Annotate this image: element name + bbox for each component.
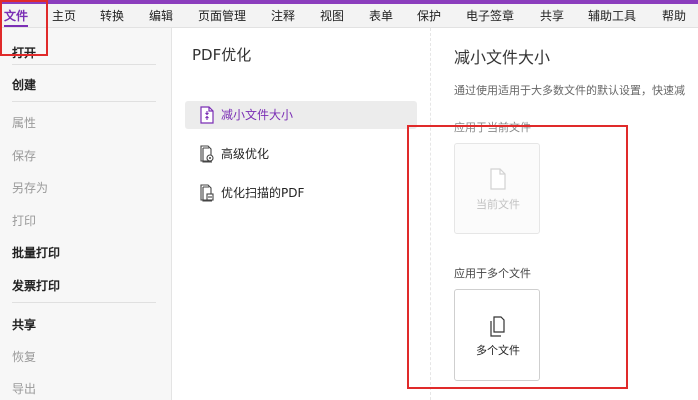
menu-bar: 文件 主页 转换 编辑 页面管理 注释 视图 表单 保护 电子签章 共享 辅助工… [0, 4, 698, 28]
option-reduce-file-size[interactable]: 减小文件大小 [185, 101, 417, 129]
sidebar-divider [12, 64, 156, 65]
menu-share[interactable]: 共享 [540, 4, 564, 28]
sidebar-item-export[interactable]: 导出 [12, 380, 36, 397]
menu-accessibility-tools[interactable]: 辅助工具 [588, 4, 636, 28]
compress-file-icon [197, 105, 217, 125]
sidebar-item-invoice-print[interactable]: 发票打印 [12, 277, 60, 294]
sidebar-item-batch-print[interactable]: 批量打印 [12, 244, 60, 261]
sidebar-item-share[interactable]: 共享 [12, 316, 36, 333]
option-label: 减小文件大小 [221, 108, 294, 122]
sidebar-item-properties[interactable]: 属性 [12, 114, 36, 131]
sidebar-divider [12, 302, 156, 303]
menu-help[interactable]: 帮助 [662, 4, 686, 28]
menu-view[interactable]: 视图 [320, 4, 344, 28]
advanced-optimize-icon [197, 144, 217, 164]
option-label: 优化扫描的PDF [221, 186, 305, 200]
menu-comment[interactable]: 注释 [271, 4, 295, 28]
menu-convert[interactable]: 转换 [100, 4, 124, 28]
sidebar-item-create[interactable]: 创建 [12, 76, 36, 93]
menu-page-management[interactable]: 页面管理 [198, 4, 246, 28]
menu-protect[interactable]: 保护 [417, 4, 441, 28]
panel-description: 通过使用适用于大多数文件的默认设置，快速减 [454, 84, 685, 97]
menu-form[interactable]: 表单 [369, 4, 393, 28]
file-sidebar: 打开 创建 属性 保存 另存为 打印 批量打印 发票打印 共享 恢复 导出 [0, 28, 172, 400]
menu-e-signature[interactable]: 电子签章 [466, 4, 514, 28]
sidebar-item-print[interactable]: 打印 [12, 212, 36, 229]
menu-edit[interactable]: 编辑 [149, 4, 173, 28]
annotation-box [407, 125, 628, 389]
sidebar-divider [12, 101, 156, 102]
option-label: 高级优化 [221, 147, 270, 161]
sidebar-item-save[interactable]: 保存 [12, 147, 36, 164]
section-title: PDF优化 [192, 46, 252, 64]
panel-title: 减小文件大小 [454, 48, 551, 67]
option-advanced-optimize[interactable]: 高级优化 [185, 140, 417, 168]
sidebar-item-recover[interactable]: 恢复 [12, 348, 36, 365]
annotation-box [0, 0, 48, 56]
scan-optimize-icon [197, 183, 217, 203]
menu-home[interactable]: 主页 [52, 4, 76, 28]
option-optimize-scanned-pdf[interactable]: 优化扫描的PDF [185, 179, 417, 207]
sidebar-item-save-as[interactable]: 另存为 [12, 179, 48, 196]
